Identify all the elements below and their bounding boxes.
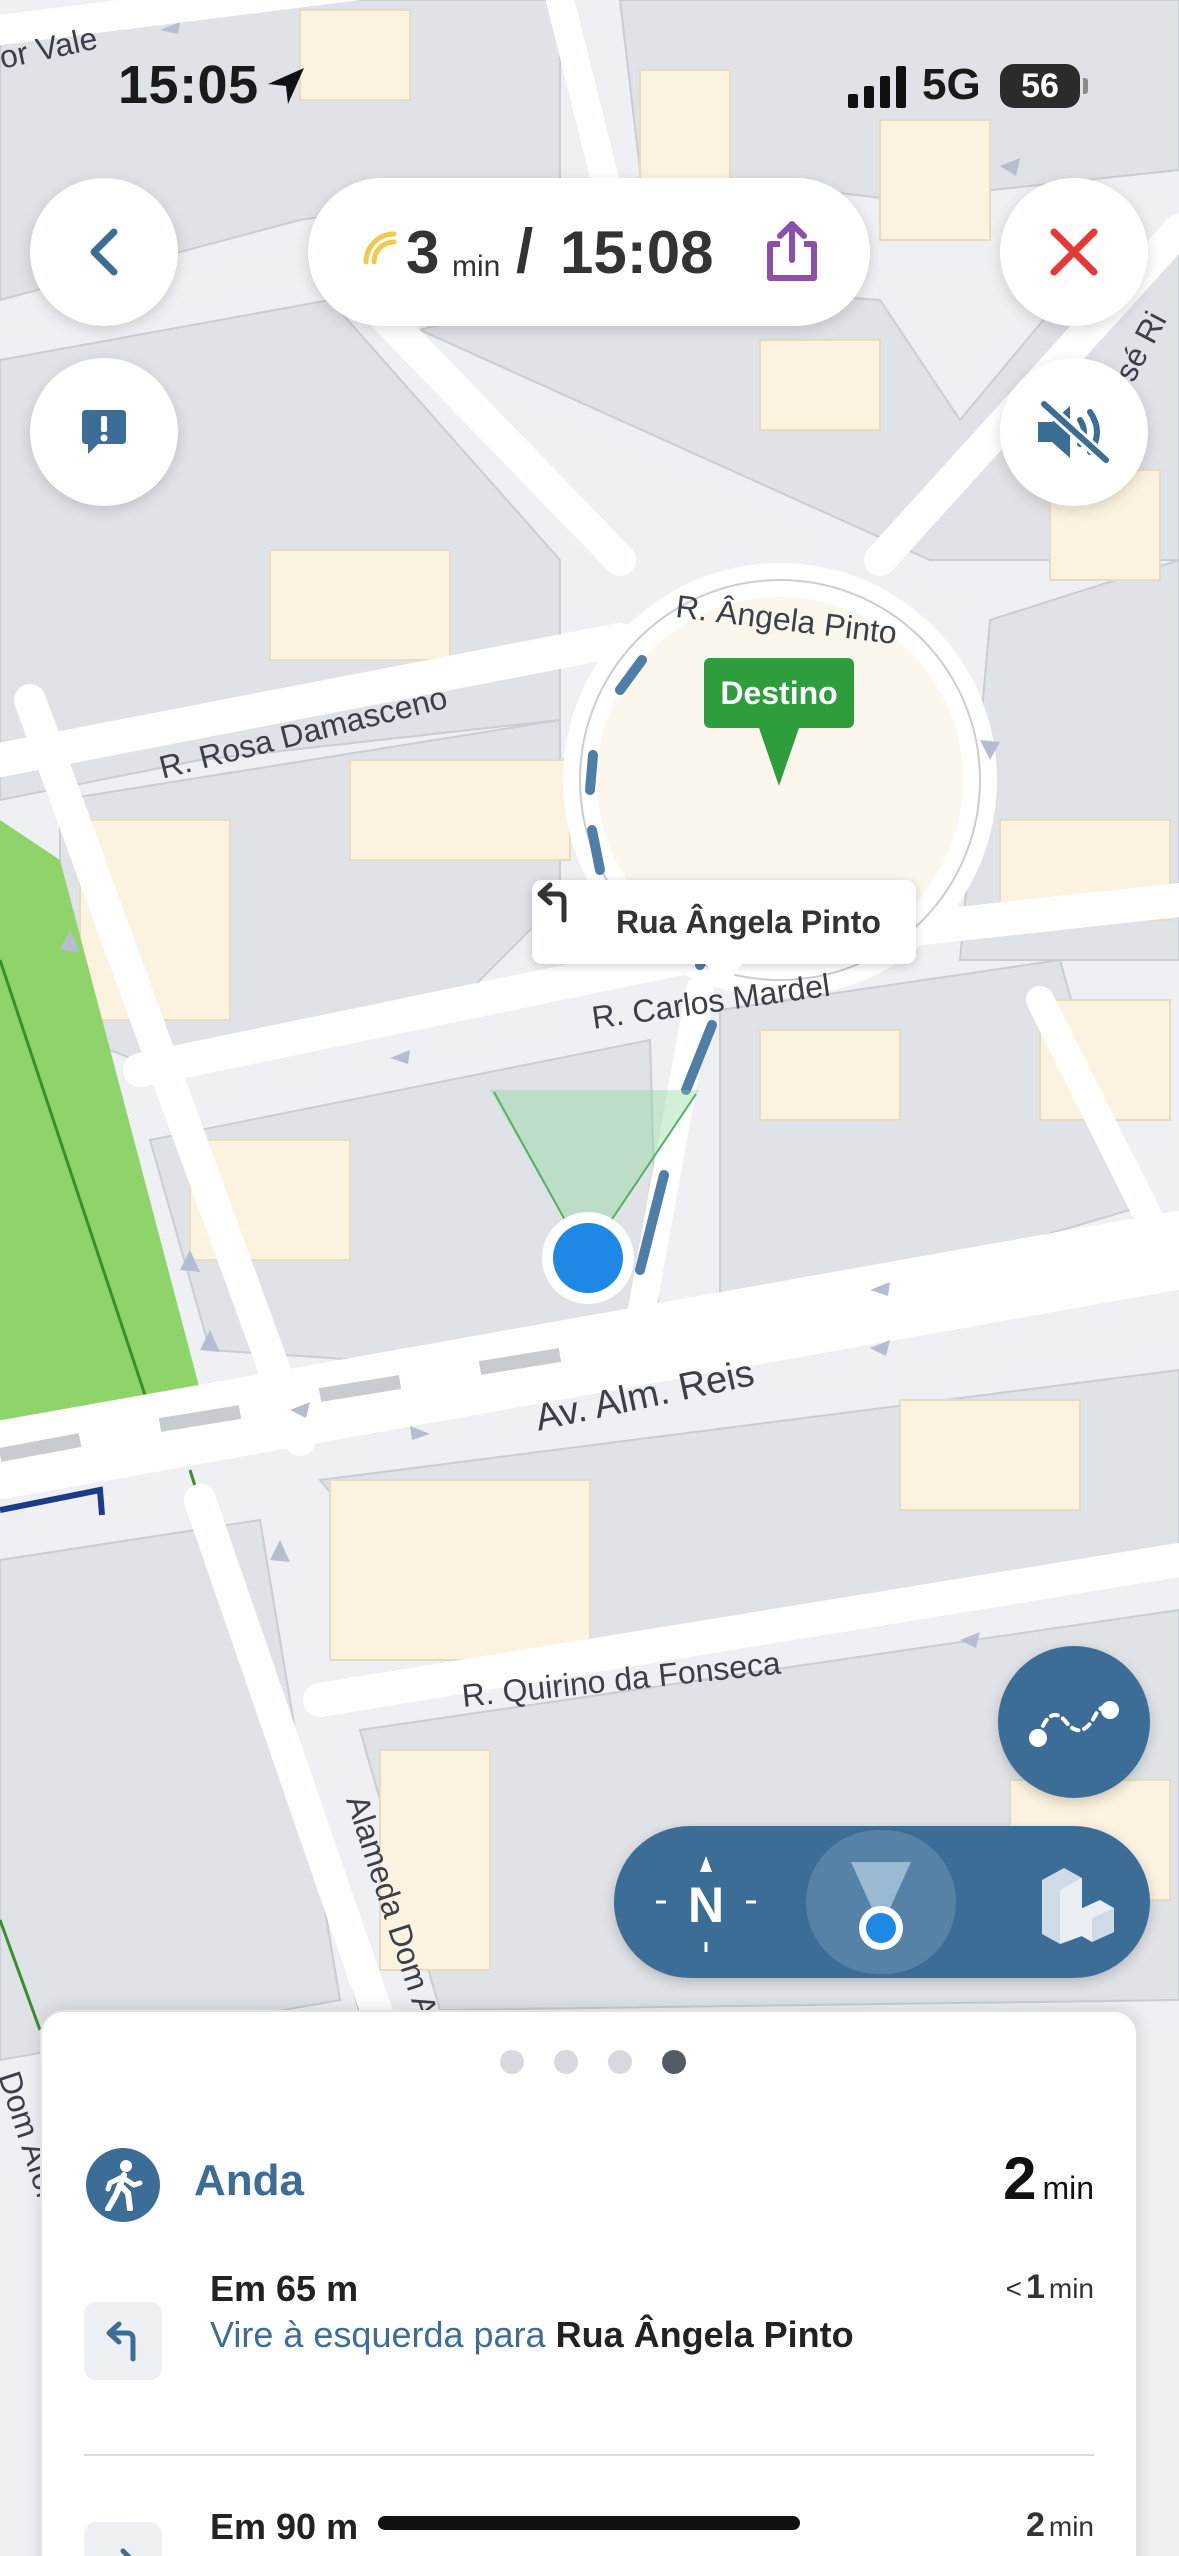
route-overview-icon [1029,1701,1119,1747]
mode-label: Anda [194,2156,304,2205]
step-instruction-text: Vire à esquerda para [210,2314,546,2355]
step-duration-prefix: < [1005,2273,1022,2304]
compass-north-label: N [688,1877,724,1933]
signal-icon [848,66,906,108]
3d-buildings-icon [1042,1868,1114,1944]
page-dot[interactable] [608,2050,632,2074]
step-duration-value: 2 [1025,2506,1045,2544]
step-street: Rua Ângela Pinto [555,2314,854,2355]
mode-duration-unit: min [1042,2170,1094,2206]
page-dot[interactable] [554,2050,578,2074]
location-arrow-icon [268,68,304,104]
chevron-left-icon [90,228,118,276]
turn-left-icon [537,882,567,923]
step-duration-value: 1 [1025,2268,1045,2306]
mode-duration: 2 min [1003,2144,1094,2213]
home-indicator[interactable] [378,2516,800,2530]
step-divider [84,2454,1094,2456]
compass-icon: N [656,1856,756,1952]
step-duration-unit: min [1048,2273,1094,2304]
mode-duration-value: 2 [1003,2145,1037,2212]
step-distance: Em 90 m [210,2506,359,2547]
follow-location-icon [851,1862,911,1950]
back-button[interactable] [30,178,178,326]
eta-unit: min [452,250,501,283]
mute-button[interactable] [1000,358,1148,506]
eta-pill[interactable]: 3 min / 15:08 [308,178,870,326]
destination-marker[interactable]: Destino [704,658,854,786]
turn-callout: Rua Ângela Pinto [532,880,916,990]
follow-location-button[interactable] [806,1830,956,1974]
walking-icon [86,2148,160,2222]
eta-arrival-time: 15:08 [560,219,714,286]
step-duration: <1 min [1006,2268,1094,2307]
share-button[interactable] [754,214,830,290]
turn-callout-street: Rua Ângela Pinto [616,904,881,940]
step-duration: 2 min [1026,2506,1094,2545]
route-overview-button[interactable] [998,1646,1150,1798]
battery-icon: 56 [1000,64,1088,108]
walk-arrive-icon [84,2522,162,2556]
live-eta-icon [363,231,397,265]
share-icon [767,221,817,281]
eta-minutes: 3 [406,219,440,286]
step-distance: Em 65 m [210,2268,359,2309]
page-dot-active[interactable] [662,2050,686,2074]
page-dot[interactable] [500,2050,524,2074]
close-button[interactable] [1000,178,1148,326]
speaker-muted-icon [1038,400,1112,464]
network-type: 5G [922,60,981,109]
map-view-toggle[interactable]: N [614,1826,1150,1978]
directions-sheet[interactable]: Anda 2 min Em 65 m Vire à esquerda para R… [40,2010,1138,2556]
report-issue-button[interactable] [30,358,178,506]
battery-level: 56 [1021,67,1059,105]
status-time: 15:05 [118,55,259,115]
close-icon [1050,228,1098,276]
turn-left-icon [84,2302,162,2380]
report-issue-icon [82,410,126,454]
eta-separator: / [516,217,534,286]
step-duration-unit: min [1048,2511,1094,2542]
step-instruction: Vire à esquerda para Rua Ângela Pinto [210,2310,910,2360]
north-up-button[interactable]: N [644,1840,768,1964]
status-bar: 15:05 5G 56 [0,0,1179,160]
3d-view-button[interactable] [1014,1840,1138,1964]
